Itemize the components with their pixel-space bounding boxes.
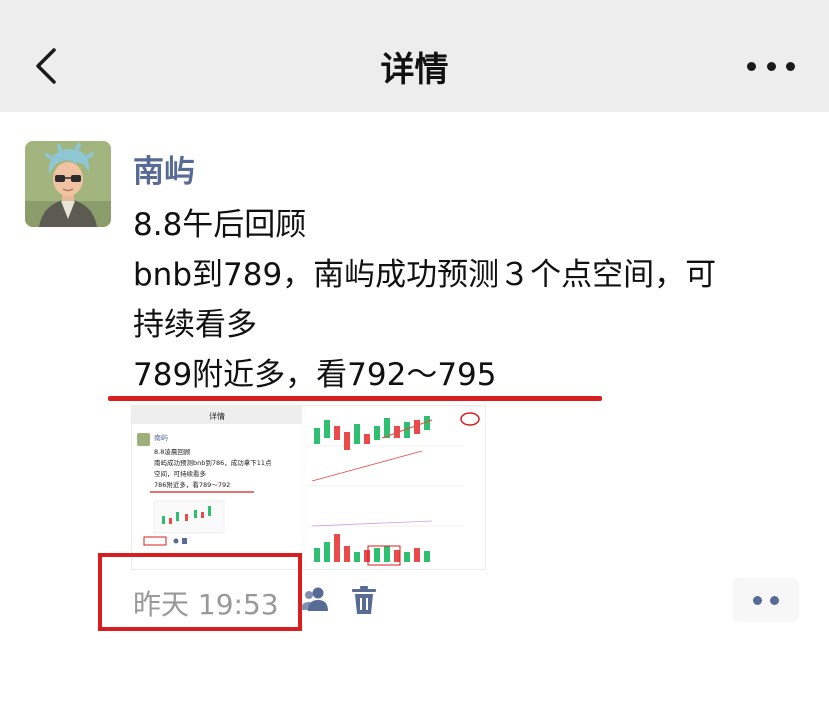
post-line: bnb到789，南屿成功预测３个点空间，可	[133, 257, 717, 293]
thumb-author: 南屿	[154, 433, 168, 442]
navigation-bar: 详情	[0, 0, 829, 112]
thumb-line: 8.8凌晨回顾	[154, 447, 191, 456]
more-options-button[interactable]	[747, 46, 795, 86]
post-line: 8.8午后回顾	[133, 207, 307, 243]
trash-icon	[352, 586, 376, 614]
post-line: 持续看多	[133, 307, 257, 343]
page-title: 详情	[380, 50, 449, 90]
post-line: 789附近多，看792～795	[133, 357, 497, 393]
ellipsis-dot	[766, 61, 776, 71]
ellipsis-dot	[786, 61, 795, 71]
comment-dots-icon	[753, 595, 762, 605]
comment-button[interactable]	[733, 578, 799, 622]
post-timestamp: 昨天 19:53	[133, 588, 279, 621]
screenshot-thumbnail: 详情 南屿 8.8凌晨回顾 南屿成功预测bnb到786，成功拿下11点 空间，可…	[132, 406, 485, 569]
thumb-line: 南屿成功预测bnb到786，成功拿下11点	[154, 458, 272, 467]
ellipsis-icon	[747, 61, 756, 71]
post-image[interactable]: 详情 南屿 8.8凌晨回顾 南屿成功预测bnb到786，成功拿下11点 空间，可…	[131, 405, 486, 570]
thumb-title: 详情	[209, 411, 225, 421]
thumb-avatar	[137, 433, 150, 446]
thumb-line: 空间，可持续看多	[154, 469, 207, 478]
author-name[interactable]: 南屿	[133, 146, 195, 191]
comment-dot	[770, 595, 779, 605]
friends-icon[interactable]	[300, 584, 330, 614]
red-underline-annotation	[108, 396, 602, 401]
avatar-illustration	[25, 141, 111, 227]
avatar[interactable]	[25, 141, 111, 227]
thumb-line: 786附近多，看789～792	[154, 480, 230, 489]
post-text: 8.8午后回顾 bnb到789，南屿成功预测３个点空间，可 持续看多 789附近…	[133, 200, 813, 400]
delete-button[interactable]	[350, 584, 378, 616]
